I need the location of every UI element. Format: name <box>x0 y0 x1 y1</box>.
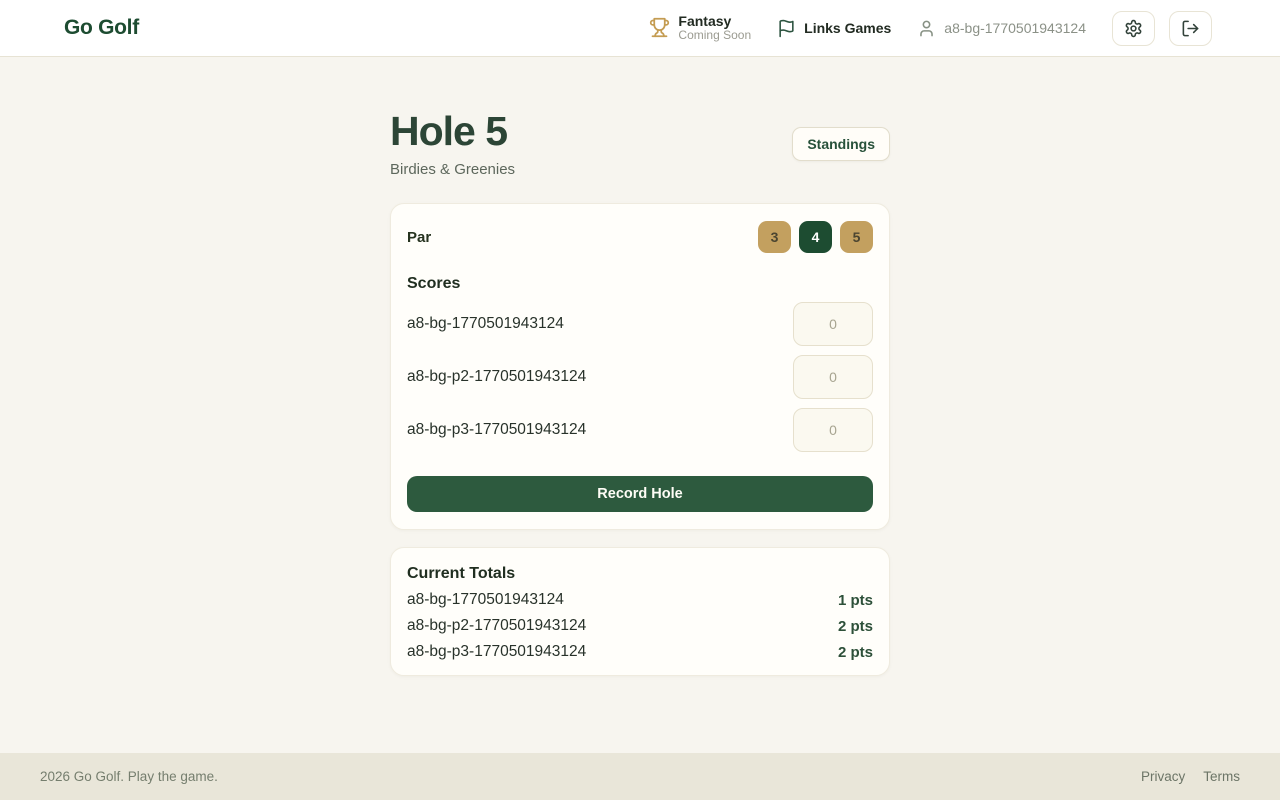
score-row: a8-bg-p2-1770501943124 <box>407 355 873 399</box>
total-points: 1 pts <box>838 592 873 609</box>
user-icon <box>917 19 936 38</box>
par-option-4[interactable]: 4 <box>799 221 832 253</box>
total-row: a8-bg-p3-1770501943124 2 pts <box>407 643 873 661</box>
user-id-text: a8-bg-1770501943124 <box>944 20 1086 36</box>
navbar: Go Golf Fantasy Coming Soon <box>0 0 1280 57</box>
score-input-player1[interactable] <box>793 302 873 346</box>
logout-button[interactable] <box>1169 11 1212 46</box>
flag-icon <box>777 19 796 38</box>
par-option-3[interactable]: 3 <box>758 221 791 253</box>
par-option-5[interactable]: 5 <box>840 221 873 253</box>
main-content: Hole 5 Birdies & Greenies Standings Par … <box>0 57 1280 753</box>
player-name: a8-bg-p3-1770501943124 <box>407 421 586 439</box>
player-name: a8-bg-1770501943124 <box>407 315 564 333</box>
total-points: 2 pts <box>838 618 873 635</box>
page-header: Hole 5 Birdies & Greenies Standings <box>390 109 890 178</box>
total-player-name: a8-bg-p2-1770501943124 <box>407 617 586 635</box>
footer: 2026 Go Golf. Play the game. Privacy Ter… <box>0 753 1280 800</box>
total-points: 2 pts <box>838 644 873 661</box>
score-card: Par 3 4 5 Scores a8-bg-1770501943124 a8-… <box>390 203 890 530</box>
total-player-name: a8-bg-p3-1770501943124 <box>407 643 586 661</box>
score-input-player2[interactable] <box>793 355 873 399</box>
total-row: a8-bg-p2-1770501943124 2 pts <box>407 617 873 635</box>
score-row: a8-bg-p3-1770501943124 <box>407 408 873 452</box>
brand-logo[interactable]: Go Golf <box>64 16 139 40</box>
privacy-link[interactable]: Privacy <box>1141 769 1185 784</box>
nav-item-links-games[interactable]: Links Games <box>777 19 891 38</box>
record-hole-button[interactable]: Record Hole <box>407 476 873 512</box>
links-games-label: Links Games <box>804 20 891 36</box>
totals-heading: Current Totals <box>407 565 873 583</box>
par-options: 3 4 5 <box>758 221 873 253</box>
par-label: Par <box>407 229 431 246</box>
totals-card: Current Totals a8-bg-1770501943124 1 pts… <box>390 547 890 676</box>
standings-button[interactable]: Standings <box>792 127 890 161</box>
page-title: Hole 5 <box>390 109 515 154</box>
total-player-name: a8-bg-1770501943124 <box>407 591 564 609</box>
score-row: a8-bg-1770501943124 <box>407 302 873 346</box>
par-row: Par 3 4 5 <box>407 221 873 253</box>
logout-icon <box>1181 19 1200 38</box>
fantasy-coming-soon: Coming Soon <box>678 29 751 43</box>
nav-item-user[interactable]: a8-bg-1770501943124 <box>917 19 1086 38</box>
navbar-buttons <box>1112 11 1212 46</box>
navbar-right: Fantasy Coming Soon Links Games a8-bg-17… <box>649 11 1212 46</box>
settings-button[interactable] <box>1112 11 1155 46</box>
trophy-icon <box>649 17 670 38</box>
score-input-player3[interactable] <box>793 408 873 452</box>
fantasy-label: Fantasy <box>678 13 751 29</box>
page-subtitle: Birdies & Greenies <box>390 161 515 178</box>
footer-copyright: 2026 Go Golf. Play the game. <box>40 769 218 784</box>
player-name: a8-bg-p2-1770501943124 <box>407 368 586 386</box>
total-row: a8-bg-1770501943124 1 pts <box>407 591 873 609</box>
terms-link[interactable]: Terms <box>1203 769 1240 784</box>
scores-heading: Scores <box>407 275 873 293</box>
gear-icon <box>1124 19 1143 38</box>
footer-links: Privacy Terms <box>1141 769 1240 784</box>
nav-item-fantasy[interactable]: Fantasy Coming Soon <box>649 13 751 43</box>
